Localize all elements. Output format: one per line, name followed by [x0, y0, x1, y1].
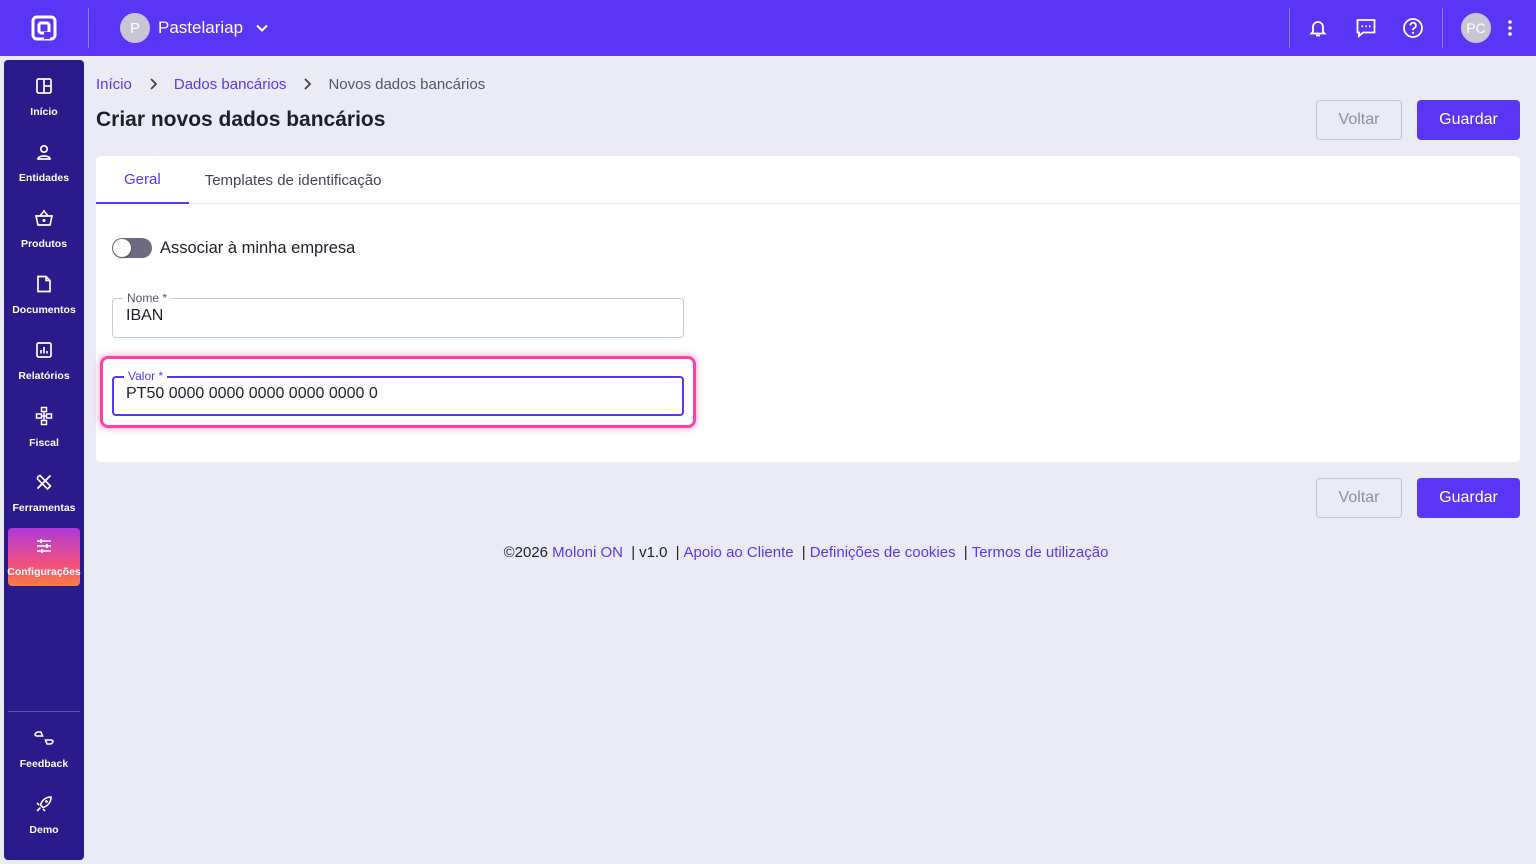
- tab-templates-identificacao[interactable]: Templates de identificação: [189, 156, 398, 204]
- sidebar-item-label: Início: [30, 105, 58, 118]
- feedback-icon: [33, 729, 55, 752]
- value-field-label: Valor *: [124, 369, 168, 383]
- sidebar-item-demo[interactable]: Demo: [8, 786, 80, 844]
- sidebar-item-label: Entidades: [18, 171, 70, 184]
- footer: ©2026 Moloni ON | v1.0 | Apoio ao Cliente …: [0, 544, 1536, 561]
- save-button[interactable]: Guardar: [1417, 100, 1520, 140]
- name-input[interactable]: [126, 307, 666, 325]
- more-vertical-icon[interactable]: [1502, 16, 1518, 40]
- footer-brand-link[interactable]: Moloni ON: [552, 544, 623, 561]
- company-avatar: P: [120, 13, 150, 43]
- footer-cookies-link[interactable]: Definições de cookies: [810, 544, 956, 561]
- top-bar: P Pastelariap PC: [0, 0, 1536, 56]
- page-title: Criar novos dados bancários: [96, 108, 386, 131]
- sidebar-item-relatorios[interactable]: Relatórios: [8, 332, 80, 390]
- sidebar-item-documentos[interactable]: Documentos: [8, 266, 80, 324]
- breadcrumb-current: Novos dados bancários: [328, 75, 486, 93]
- chat-icon[interactable]: [1354, 16, 1378, 40]
- breadcrumb: Início Dados bancários Novos dados bancá…: [96, 74, 485, 94]
- footer-separator: |: [963, 544, 968, 561]
- toggle-knob: [113, 239, 131, 257]
- sidebar-item-produtos[interactable]: Produtos: [8, 200, 80, 258]
- tab-bar: Geral Templates de identificação: [96, 156, 1520, 204]
- sidebar-item-feedback[interactable]: Feedback: [8, 720, 80, 778]
- sidebar-item-entidades[interactable]: Entidades: [8, 134, 80, 192]
- sidebar-item-label: Ferramentas: [12, 501, 76, 514]
- breadcrumb-section[interactable]: Dados bancários: [174, 76, 287, 93]
- help-icon[interactable]: [1401, 16, 1425, 40]
- footer-support-link[interactable]: Apoio ao Cliente: [684, 544, 794, 561]
- sidebar-item-label: Documentos: [12, 303, 76, 316]
- value-input[interactable]: [126, 385, 666, 403]
- tools-icon: [35, 473, 53, 496]
- sidebar-item-label: Feedback: [19, 757, 69, 770]
- footer-terms-link[interactable]: Termos de utilização: [972, 544, 1109, 561]
- value-field: Valor *: [112, 369, 684, 416]
- bell-icon[interactable]: [1306, 16, 1330, 40]
- fiscal-icon: [35, 406, 53, 431]
- company-name: Pastelariap: [158, 18, 244, 37]
- document-icon: [36, 275, 52, 298]
- breadcrumb-home[interactable]: Início: [96, 76, 132, 93]
- rocket-icon: [35, 795, 53, 818]
- sidebar-item-label: Relatórios: [18, 369, 70, 382]
- sidebar: Início Entidades Produtos Documentos Rel…: [4, 60, 84, 860]
- sidebar-item-inicio[interactable]: Início: [8, 68, 80, 126]
- sidebar-item-fiscal[interactable]: Fiscal: [8, 398, 80, 456]
- name-field: Nome *: [112, 291, 684, 338]
- sidebar-item-label: Fiscal: [29, 436, 59, 449]
- footer-version: v1.0: [639, 544, 668, 561]
- logo-icon[interactable]: [30, 14, 58, 42]
- chevron-down-icon: [255, 21, 269, 35]
- save-button-bottom[interactable]: Guardar: [1417, 478, 1520, 518]
- chart-icon: [35, 341, 53, 364]
- footer-separator: |: [675, 544, 680, 561]
- top-divider: [88, 8, 89, 48]
- basket-icon: [34, 209, 54, 232]
- associate-company-row: Associar à minha empresa: [112, 238, 355, 258]
- sidebar-item-ferramentas[interactable]: Ferramentas: [8, 464, 80, 522]
- sidebar-item-label: Configurações: [7, 565, 81, 578]
- form-card: Geral Templates de identificação Associa…: [96, 156, 1520, 462]
- tab-geral[interactable]: Geral: [96, 156, 189, 204]
- company-selector[interactable]: P Pastelariap: [120, 12, 269, 44]
- footer-separator: |: [631, 544, 636, 561]
- footer-separator: |: [801, 544, 806, 561]
- sidebar-item-label: Produtos: [20, 237, 68, 250]
- top-divider: [1442, 8, 1443, 48]
- associate-company-label: Associar à minha empresa: [160, 238, 356, 257]
- associate-company-toggle[interactable]: [112, 238, 152, 258]
- footer-copyright: ©2026: [503, 544, 548, 561]
- user-avatar[interactable]: PC: [1461, 13, 1491, 43]
- sidebar-divider: [8, 711, 80, 712]
- user-icon: [35, 143, 53, 166]
- home-grid-icon: [35, 77, 53, 100]
- chevron-right-icon: [302, 78, 312, 90]
- back-button-bottom[interactable]: Voltar: [1316, 478, 1402, 518]
- chevron-right-icon: [148, 78, 158, 90]
- name-field-label: Nome *: [123, 291, 172, 305]
- back-button[interactable]: Voltar: [1316, 100, 1402, 140]
- top-divider: [1289, 8, 1290, 48]
- sidebar-item-label: Demo: [29, 823, 59, 836]
